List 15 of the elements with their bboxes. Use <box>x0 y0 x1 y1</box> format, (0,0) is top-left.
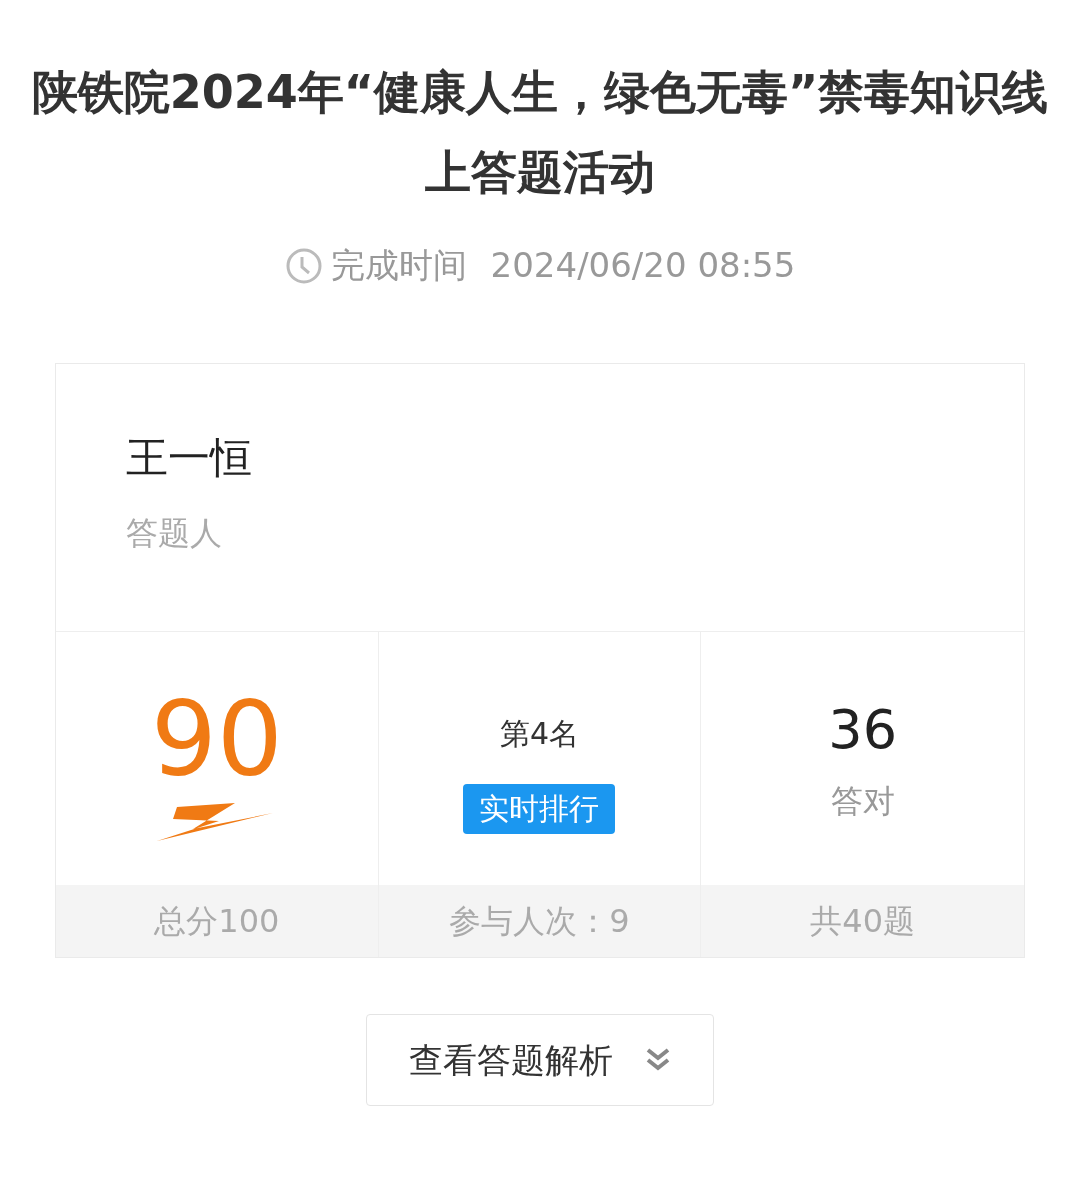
completion-time: 2024/06/20 08:55 <box>490 244 796 287</box>
score-value: 90 <box>150 687 283 791</box>
completion-label: 完成时间 <box>330 244 467 287</box>
stat-footer: 总分100 <box>56 885 378 957</box>
respondent-label: 答题人 <box>126 512 223 554</box>
respondent-name: 王一恒 <box>126 432 253 484</box>
clock-icon <box>284 246 323 285</box>
rank-value: 第4名 <box>499 715 580 753</box>
correct-count: 36 <box>828 703 897 757</box>
double-chevron-icon <box>645 1047 671 1073</box>
correct-label: 答对 <box>830 781 895 822</box>
stat-footer: 参与人次：9 <box>378 885 701 957</box>
stat-footer: 共40题 <box>701 885 1024 957</box>
page-title: 陕铁院2024年“健康人生，绿色无毒”禁毒知识线上答题活动 <box>30 64 1050 201</box>
view-analysis-button[interactable]: 查看答题解析 <box>366 1014 714 1106</box>
